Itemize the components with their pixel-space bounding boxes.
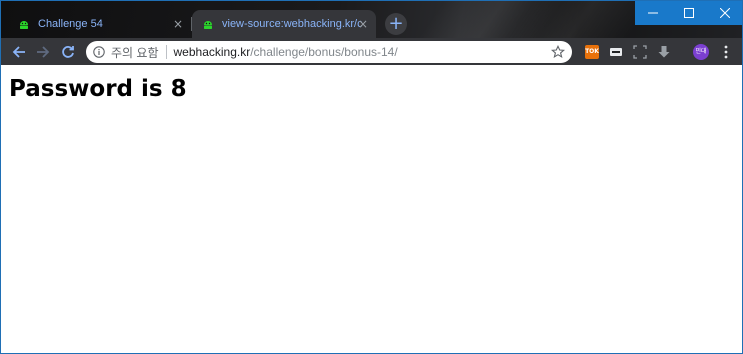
minimize-button[interactable]	[635, 1, 671, 25]
security-label: 주의 요함	[111, 45, 159, 60]
forward-arrow-icon	[37, 46, 50, 58]
extension-badge[interactable]: TOK	[585, 45, 599, 59]
reload-button[interactable]	[58, 42, 78, 62]
browser-window: Challenge 54 × view-source:webhacking.kr…	[0, 0, 743, 354]
back-button[interactable]	[9, 42, 29, 62]
address-bar[interactable]: 주의 요함 webhacking.kr/challenge/bonus/bonu…	[86, 41, 572, 63]
background-decoration	[508, 1, 654, 38]
info-icon[interactable]	[93, 46, 105, 58]
screenshot-icon[interactable]	[633, 45, 647, 59]
reload-icon	[62, 46, 74, 58]
maximize-button[interactable]	[671, 1, 707, 25]
url-path: /challenge/bonus/bonus-14/	[250, 45, 398, 59]
star-icon[interactable]	[551, 45, 565, 59]
tab-challenge[interactable]: Challenge 54 ×	[8, 10, 191, 38]
new-tab-button[interactable]: +	[385, 13, 407, 35]
tab-close-button[interactable]: ×	[171, 17, 185, 31]
close-icon	[719, 8, 730, 18]
profile-avatar[interactable]: 민대	[693, 44, 709, 60]
tab-view-source[interactable]: view-source:webhacking.kr/chall ×	[192, 10, 376, 38]
forward-button[interactable]	[33, 42, 53, 62]
page-content: Password is 8	[2, 65, 742, 353]
extension-icon[interactable]	[609, 45, 623, 59]
android-favicon-icon	[204, 21, 212, 29]
window-controls	[635, 1, 742, 25]
download-icon[interactable]	[657, 45, 671, 59]
tab-close-button[interactable]: ×	[356, 17, 370, 31]
browser-toolbar: 주의 요함 webhacking.kr/challenge/bonus/bonu…	[1, 38, 742, 65]
tab-strip: Challenge 54 × view-source:webhacking.kr…	[1, 1, 742, 38]
maximize-icon	[684, 8, 694, 18]
tab-title: view-source:webhacking.kr/chall	[222, 18, 362, 30]
menu-dots-icon[interactable]	[721, 44, 731, 60]
url-host: webhacking.kr	[173, 45, 251, 59]
minimize-icon	[648, 12, 658, 14]
back-arrow-icon	[12, 46, 25, 58]
omnibox-divider	[165, 45, 167, 59]
page-heading: Password is 8	[9, 76, 187, 102]
close-window-button[interactable]	[707, 1, 742, 25]
android-favicon-icon	[20, 21, 28, 29]
tab-title: Challenge 54	[38, 18, 103, 30]
